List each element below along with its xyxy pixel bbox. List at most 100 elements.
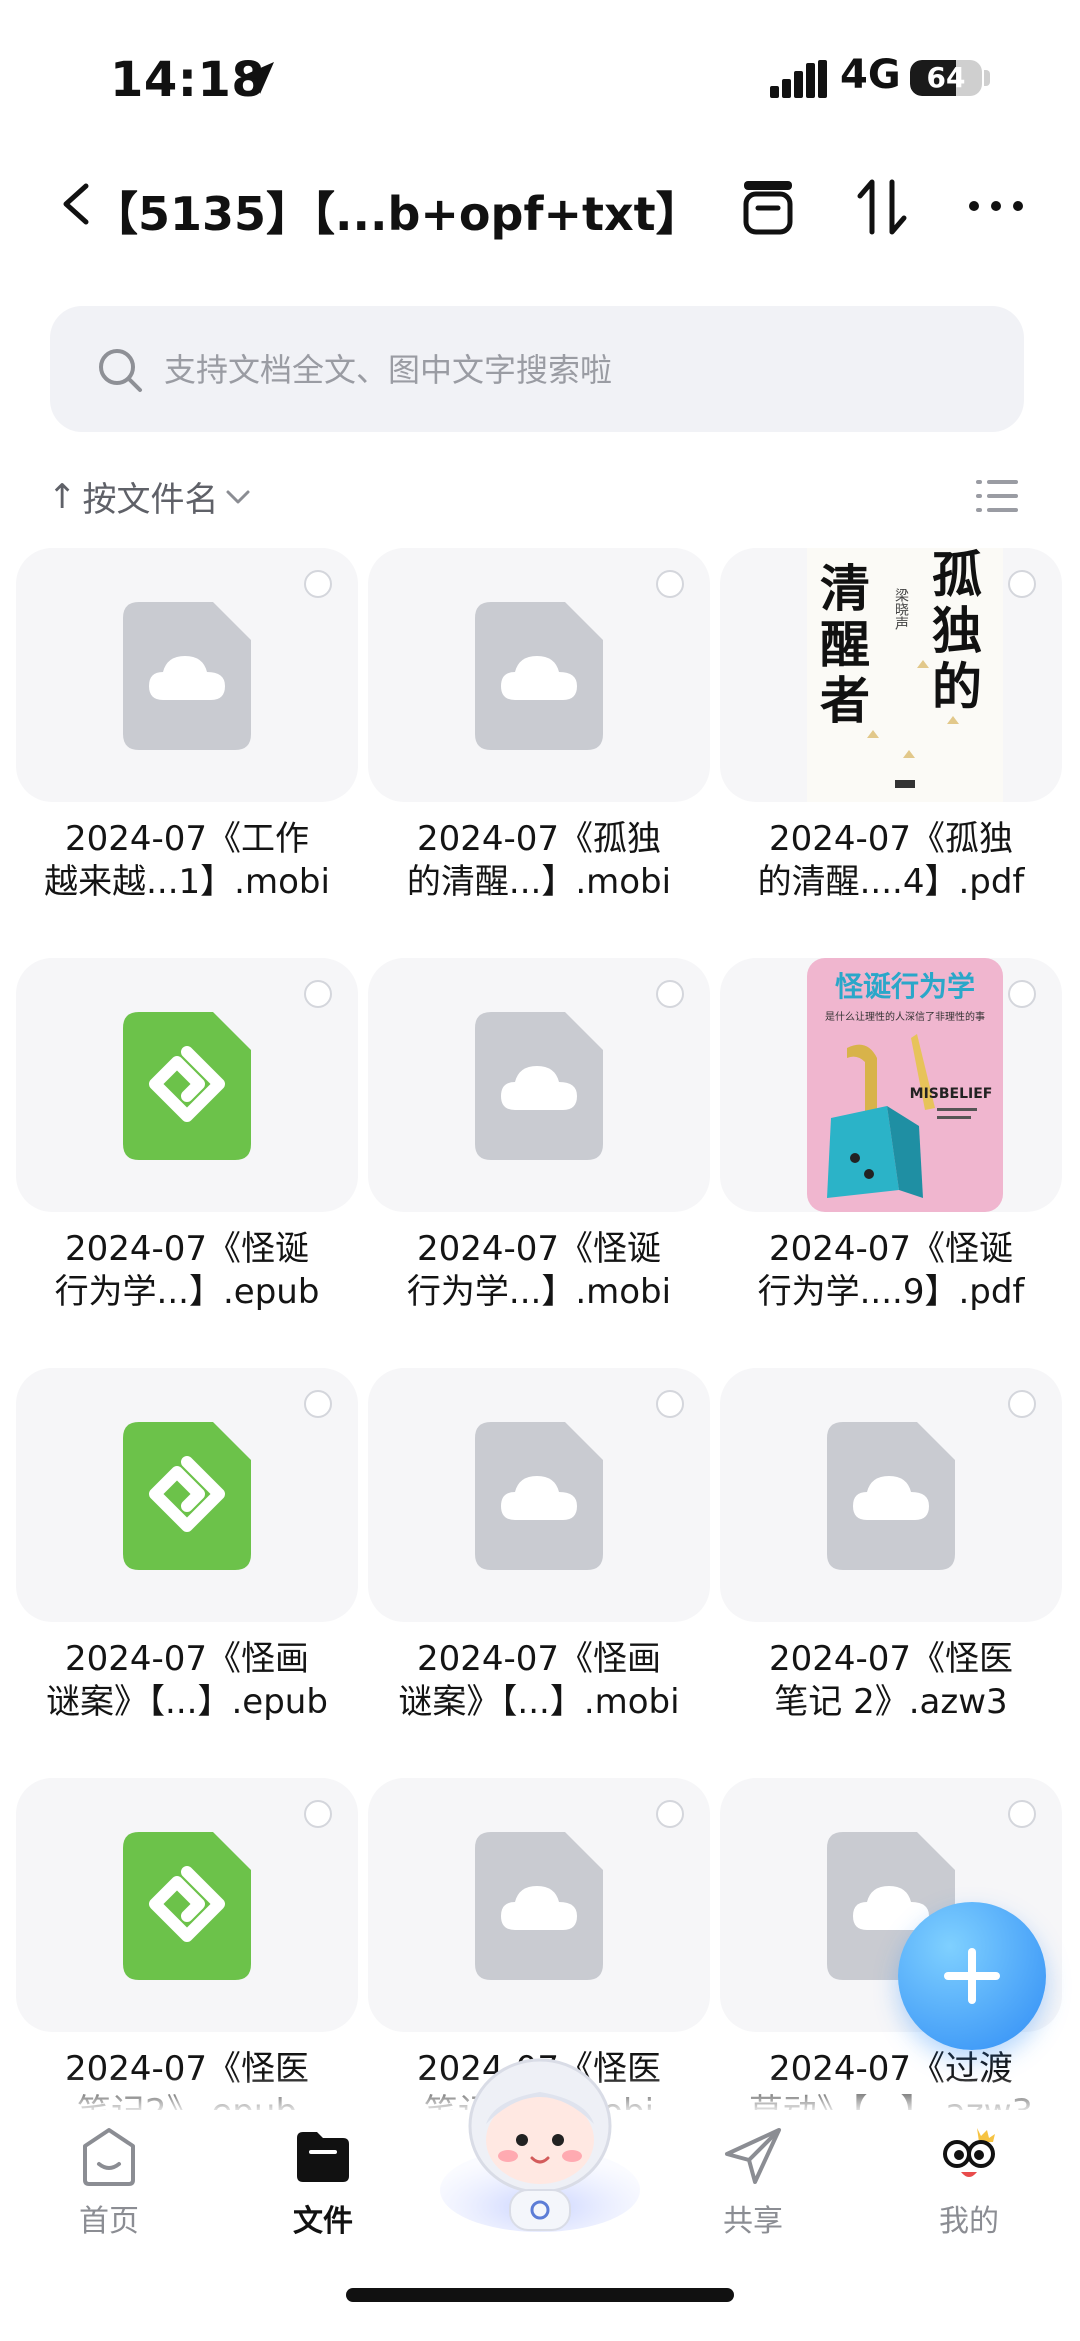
file-thumbnail: [368, 548, 710, 802]
nav-mine-label: 我的: [939, 2204, 999, 2239]
search-icon: [99, 349, 142, 392]
file-name: 2024-07《孤独 的清醒....4】.pdf: [720, 818, 1062, 904]
cloud-file-icon: [123, 602, 251, 750]
file-thumbnail: [16, 958, 358, 1212]
battery-indicator: 64: [910, 60, 982, 96]
file-tile[interactable]: 2024-07《工作 越来越...1】.mobi: [16, 548, 358, 948]
file-tile[interactable]: 2024-07《孤独 的清醒...】.mobi: [368, 548, 710, 948]
archive-box-icon[interactable]: [738, 178, 798, 236]
select-checkbox[interactable]: [1008, 1800, 1036, 1828]
epub-file-icon: [123, 1422, 251, 1570]
select-checkbox[interactable]: [1008, 1390, 1036, 1418]
nav-files-label: 文件: [293, 2204, 353, 2239]
file-thumbnail: 怪诞行为学 是什么让理性的人深信了非理性的事 MISBELIEF: [720, 958, 1062, 1212]
signal-strength-icon: [770, 60, 827, 98]
nav-files[interactable]: 文件: [258, 2124, 388, 2240]
file-name-line: 谜案》【...】.mobi: [398, 1682, 680, 1722]
cover-char: 独: [932, 602, 982, 660]
file-name-line: 的清醒....4】.pdf: [757, 862, 1025, 902]
file-name-line: 越来越...1】.mobi: [44, 862, 330, 902]
page-title: 【5135】【...b+opf+txt】: [92, 187, 702, 241]
select-checkbox[interactable]: [656, 570, 684, 598]
list-view-icon[interactable]: [976, 478, 1018, 514]
add-file-button[interactable]: [898, 1902, 1046, 2050]
file-name-line: 行为学...】.epub: [54, 1272, 320, 1312]
location-arrow-icon: [242, 62, 274, 94]
file-name-line: 行为学....9】.pdf: [757, 1272, 1025, 1312]
cloud-file-icon: [475, 1832, 603, 1980]
sort-by-name-button[interactable]: ↑ 按文件名: [48, 472, 251, 521]
file-tile[interactable]: 怪诞行为学 是什么让理性的人深信了非理性的事 MISBELIEF 2024-07…: [720, 958, 1062, 1358]
file-name-line: 2024-07《孤独: [768, 819, 1014, 859]
file-thumbnail: [720, 1368, 1062, 1622]
select-checkbox[interactable]: [656, 980, 684, 1008]
file-thumbnail: [368, 1778, 710, 2032]
file-thumbnail: [16, 1368, 358, 1622]
cover-char: 的: [932, 658, 982, 716]
file-name-line: 2024-07《工作: [64, 819, 310, 859]
nav-share-label: 共享: [723, 2204, 783, 2239]
cloud-file-icon: [827, 1422, 955, 1570]
file-thumbnail: [16, 548, 358, 802]
home-icon: [83, 2128, 135, 2186]
select-checkbox[interactable]: [304, 570, 332, 598]
select-checkbox[interactable]: [304, 980, 332, 1008]
cover-char: 清: [820, 560, 870, 618]
file-name-line: 的清醒...】.mobi: [406, 862, 672, 902]
file-name-line: 笔记 2》.azw3: [774, 1682, 1008, 1722]
back-chevron-icon[interactable]: [58, 180, 92, 228]
book-cover-image: 怪诞行为学 是什么让理性的人深信了非理性的事 MISBELIEF: [807, 958, 1003, 1212]
file-name-line: 2024-07《孤独: [416, 819, 662, 859]
battery-percent: 64: [926, 61, 966, 94]
paper-plane-icon: [725, 2128, 781, 2184]
epub-file-icon: [123, 1832, 251, 1980]
chevron-down-icon: [226, 490, 249, 503]
file-name: 2024-07《怪诞 行为学...】.mobi: [368, 1228, 710, 1314]
cover-en-title: MISBELIEF: [910, 1086, 993, 1102]
cloud-file-icon: [475, 1422, 603, 1570]
epub-file-icon: [123, 1012, 251, 1160]
search-input[interactable]: [162, 334, 986, 406]
file-name-line: 2024-07《怪画: [416, 1639, 662, 1679]
assistant-mascot-icon[interactable]: [436, 2040, 644, 2240]
select-checkbox[interactable]: [656, 1800, 684, 1828]
home-indicator: [346, 2288, 734, 2302]
nav-share[interactable]: 共享: [688, 2124, 818, 2240]
cover-char: 者: [820, 672, 870, 730]
file-name: 2024-07《怪画 谜案》【...】.mobi: [368, 1638, 710, 1724]
nav-home-label: 首页: [79, 2204, 139, 2239]
search-bar[interactable]: [50, 306, 1024, 432]
file-thumbnail: [16, 1778, 358, 2032]
file-name: 2024-07《工作 越来越...1】.mobi: [16, 818, 358, 904]
cover-title: 怪诞行为学: [835, 970, 975, 1003]
file-name-line: 行为学...】.mobi: [406, 1272, 672, 1312]
cover-char: 孤: [932, 548, 982, 604]
select-checkbox[interactable]: [1008, 570, 1036, 598]
file-tile[interactable]: 2024-07《怪诞 行为学...】.epub: [16, 958, 358, 1358]
folder-icon: [297, 2132, 349, 2182]
file-name-line: 2024-07《怪诞: [64, 1229, 310, 1269]
file-tile[interactable]: 2024-07《怪画 谜案》【...】.mobi: [368, 1368, 710, 1768]
file-name: 2024-07《怪医 笔记 2》.azw3: [720, 1638, 1062, 1724]
battery-tip: [984, 70, 990, 86]
file-thumbnail: [368, 1368, 710, 1622]
select-checkbox[interactable]: [656, 1390, 684, 1418]
cloud-file-icon: [475, 1012, 603, 1160]
select-checkbox[interactable]: [304, 1800, 332, 1828]
file-tile[interactable]: 2024-07《怪医 笔记 2》.azw3: [720, 1368, 1062, 1768]
file-tile[interactable]: 2024-07《怪画 谜案》【...】.epub: [16, 1368, 358, 1768]
select-checkbox[interactable]: [304, 1390, 332, 1418]
more-options-icon[interactable]: [966, 196, 1026, 216]
cloud-file-icon: [475, 602, 603, 750]
nav-mine[interactable]: 我的: [904, 2124, 1034, 2240]
file-thumbnail: 孤 独 的 清 醒 者 梁晓声: [720, 548, 1062, 802]
sort-order-icon[interactable]: [856, 178, 908, 236]
nav-home[interactable]: 首页: [44, 2124, 174, 2240]
select-checkbox[interactable]: [1008, 980, 1036, 1008]
file-tile[interactable]: 孤 独 的 清 醒 者 梁晓声 2024-07《孤独 的清醒....4】.pdf: [720, 548, 1062, 948]
sort-label: 按文件名: [82, 480, 219, 520]
file-name: 2024-07《怪诞 行为学...】.epub: [16, 1228, 358, 1314]
file-name-line: 2024-07《怪画: [64, 1639, 310, 1679]
book-cover-image: 孤 独 的 清 醒 者 梁晓声: [807, 548, 1003, 802]
file-tile[interactable]: 2024-07《怪诞 行为学...】.mobi: [368, 958, 710, 1358]
